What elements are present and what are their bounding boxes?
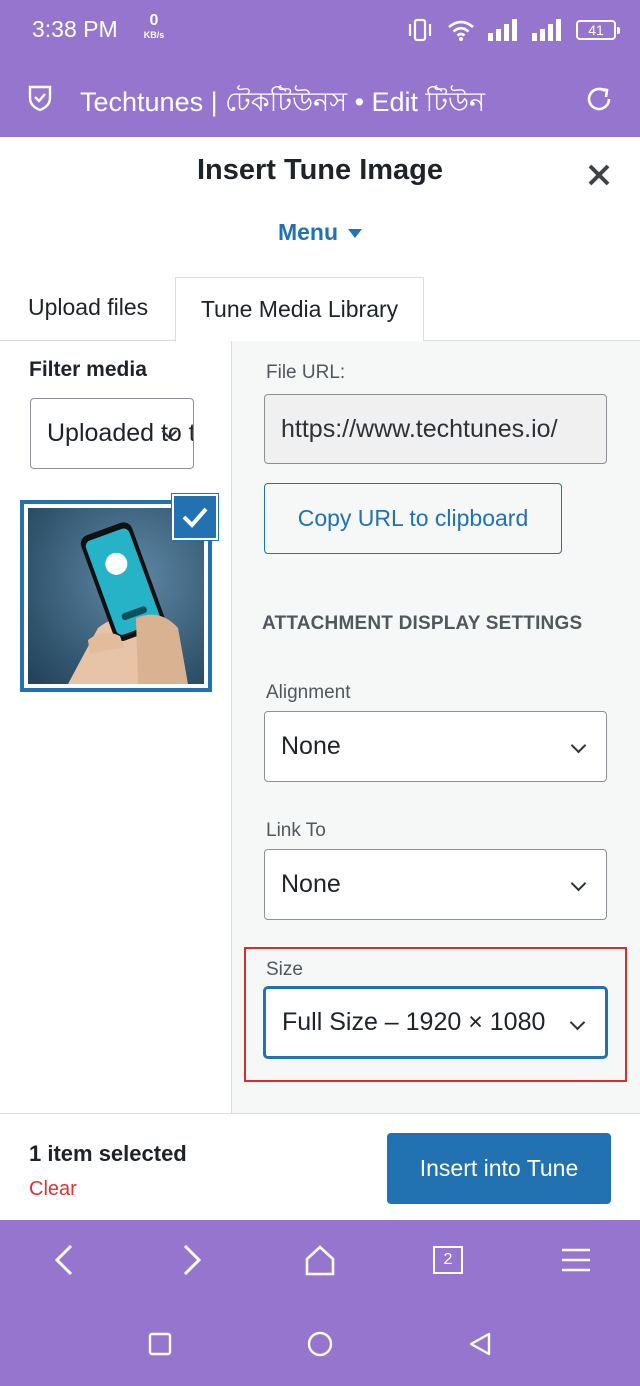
link-to-label: Link To	[266, 820, 326, 841]
reload-icon[interactable]	[584, 84, 614, 114]
shield-icon	[28, 85, 52, 112]
status-bar: 3:38 PM 0 KB/s 41	[0, 0, 640, 60]
signal-icon	[488, 19, 517, 41]
vibrate-icon	[408, 18, 432, 42]
chevron-down-icon	[569, 1014, 586, 1031]
network-speed-unit: KB/s	[143, 30, 165, 40]
media-attachment[interactable]	[20, 494, 218, 692]
filter-media-select[interactable]: Uploaded to this tune	[30, 398, 194, 469]
network-speed-value: 0	[149, 12, 159, 29]
alignment-select[interactable]: None	[264, 711, 607, 782]
file-url-field[interactable]: https://www.techtunes.io/	[264, 394, 607, 464]
link-to-select[interactable]: None	[264, 849, 607, 920]
menu-label: Menu	[277, 219, 339, 245]
alignment-value: None	[281, 732, 341, 760]
size-value: Full Size – 1920 × 1080	[282, 1008, 546, 1036]
media-toolbar: 1 item selected Clear Insert into Tune	[0, 1113, 640, 1220]
display-settings-heading: ATTACHMENT DISPLAY SETTINGS	[262, 613, 583, 634]
modal-title: Insert Tune Image	[196, 154, 444, 186]
size-label: Size	[266, 959, 303, 980]
tabs-icon[interactable]: 2	[424, 1236, 472, 1284]
status-time: 3:38 PM	[32, 16, 118, 42]
back-icon[interactable]	[40, 1236, 88, 1284]
size-select[interactable]: Full Size – 1920 × 1080	[264, 987, 607, 1058]
chevron-down-icon	[570, 737, 587, 754]
alignment-label: Alignment	[266, 682, 351, 703]
attachment-details-panel: File URL: https://www.techtunes.io/ Copy…	[231, 341, 640, 1113]
system-back-icon[interactable]	[456, 1320, 504, 1368]
battery-icon: 41	[576, 20, 620, 40]
wifi-icon	[448, 20, 474, 41]
clear-selection-link[interactable]: Clear	[29, 1178, 77, 1201]
caret-down-icon	[348, 229, 363, 239]
selected-check-icon[interactable]	[172, 494, 218, 540]
browser-navigation-bar: 2	[0, 1220, 640, 1386]
insert-into-tune-button[interactable]: Insert into Tune	[387, 1133, 611, 1204]
file-url-label: File URL:	[266, 362, 346, 383]
signal-icon	[532, 19, 561, 41]
tab-upload-files[interactable]: Upload files	[28, 294, 148, 321]
tab-count: 2	[433, 1246, 463, 1274]
menu-toggle[interactable]: Menu	[0, 219, 640, 246]
copy-url-button[interactable]: Copy URL to clipboard	[264, 483, 562, 554]
selection-count: 1 item selected	[29, 1141, 187, 1166]
chevron-down-icon	[570, 875, 587, 892]
link-to-value: None	[281, 870, 341, 898]
close-icon[interactable]	[584, 160, 614, 190]
status-icons: 41	[406, 14, 620, 46]
filter-media-label: Filter media	[29, 358, 147, 381]
forward-icon[interactable]	[168, 1236, 216, 1284]
home-icon[interactable]	[296, 1236, 344, 1284]
browser-address-bar[interactable]: Techtunes | টেকটিউনস • Edit টিউন	[0, 60, 640, 137]
network-speed: 0 KB/s	[138, 13, 170, 40]
recent-apps-icon[interactable]	[136, 1320, 184, 1368]
page-title: Techtunes | টেকটিউনস • Edit টিউন	[80, 87, 486, 117]
menu-icon[interactable]	[552, 1236, 600, 1284]
tab-media-library[interactable]: Tune Media Library	[175, 277, 424, 342]
system-home-icon[interactable]	[296, 1320, 344, 1368]
